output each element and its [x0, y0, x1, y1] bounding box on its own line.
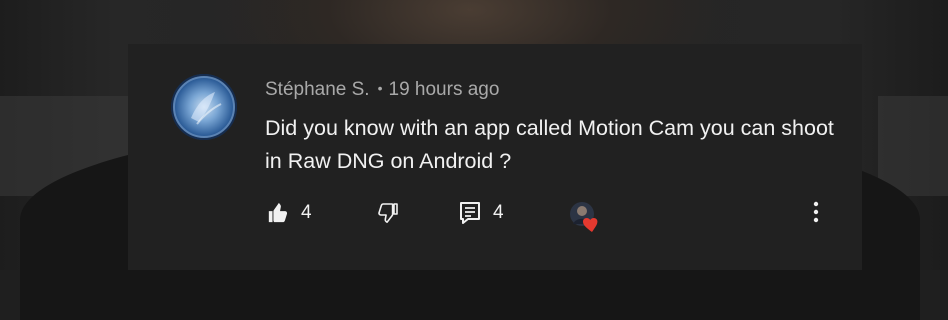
reply-button[interactable]: 4: [459, 201, 504, 225]
background-window-right: [878, 96, 948, 196]
more-options-button[interactable]: [810, 200, 822, 224]
thumbs-down-icon: [378, 203, 398, 223]
author-avatar[interactable]: [171, 74, 237, 140]
reply-count: 4: [493, 202, 504, 223]
comment-card: Stéphane S. • 19 hours ago Did you know wi…: [128, 44, 862, 270]
creator-heart-badge: [568, 200, 602, 234]
dislike-button[interactable]: [376, 201, 400, 225]
meta-separator: •: [377, 80, 383, 96]
like-count: 4: [301, 202, 312, 223]
avatar-image: [173, 76, 235, 138]
like-button[interactable]: 4: [267, 201, 312, 225]
more-vertical-icon: [813, 201, 819, 223]
creator-heart-icon: [570, 202, 598, 232]
comment-text: Did you know with an app called Motion C…: [265, 116, 834, 173]
comment-timestamp: 19 hours ago: [388, 79, 500, 100]
comment-meta: Stéphane S. • 19 hours ago: [265, 78, 499, 102]
author-name[interactable]: Stéphane S.: [265, 79, 370, 100]
reply-icon: [460, 202, 480, 224]
thumbs-up-icon: [268, 202, 288, 223]
